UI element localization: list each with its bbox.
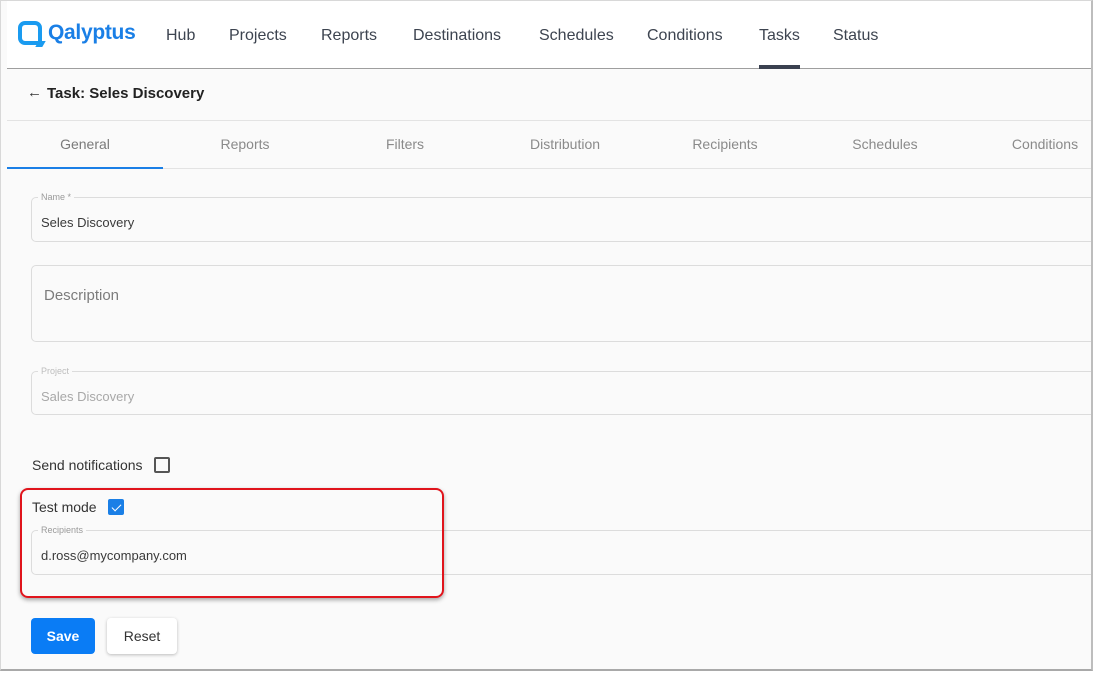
description-placeholder: Description xyxy=(44,287,120,304)
name-field-label: Name * xyxy=(38,192,75,203)
tab-general[interactable]: General xyxy=(7,121,163,169)
nav-item-destinations[interactable]: Destinations xyxy=(413,1,501,69)
project-field-value: Sales Discovery xyxy=(41,389,135,404)
tab-distribution[interactable]: Distribution xyxy=(487,121,643,168)
project-field-label: Project xyxy=(38,366,73,377)
name-field-value: Seles Discovery xyxy=(41,215,135,230)
description-textarea[interactable]: Description xyxy=(31,265,1091,342)
project-field: Project Sales Discovery xyxy=(31,366,1091,415)
tab-reports[interactable]: Reports xyxy=(167,121,323,168)
page-title: Task: Seles Discovery xyxy=(47,85,205,102)
nav-item-tasks[interactable]: Tasks xyxy=(759,1,800,69)
nav-item-conditions[interactable]: Conditions xyxy=(647,1,723,69)
name-field[interactable]: Name * Seles Discovery xyxy=(31,192,1091,242)
tab-recipients[interactable]: Recipients xyxy=(647,121,803,168)
qalyptus-logo-icon xyxy=(18,21,42,45)
tab-filters[interactable]: Filters xyxy=(327,121,483,168)
top-navigation: Qalyptus Hub Projects Reports Destinatio… xyxy=(7,1,1091,69)
page-header: ← Task: Seles Discovery xyxy=(7,70,1091,121)
send-notifications-label: Send notifications xyxy=(32,457,143,473)
nav-item-schedules[interactable]: Schedules xyxy=(539,1,614,69)
reset-button[interactable]: Reset xyxy=(107,618,177,654)
nav-item-projects[interactable]: Projects xyxy=(229,1,287,69)
logo[interactable]: Qalyptus xyxy=(18,21,136,45)
tab-conditions[interactable]: Conditions xyxy=(967,121,1091,168)
nav-item-reports[interactable]: Reports xyxy=(321,1,377,69)
task-tabs: General Reports Filters Distribution Rec… xyxy=(7,121,1091,169)
send-notifications-checkbox[interactable] xyxy=(153,457,170,473)
brand-name: Qalyptus xyxy=(48,21,136,44)
nav-item-status[interactable]: Status xyxy=(833,1,878,69)
tab-schedules[interactable]: Schedules xyxy=(807,121,963,168)
arrow-left-icon[interactable]: ← xyxy=(27,84,42,101)
annotation-highlight xyxy=(20,488,444,598)
save-button[interactable]: Save xyxy=(31,618,95,654)
send-notifications-row: Send notifications xyxy=(32,457,170,473)
nav-item-hub[interactable]: Hub xyxy=(166,1,195,69)
app-window: Qalyptus Hub Projects Reports Destinatio… xyxy=(0,0,1093,671)
